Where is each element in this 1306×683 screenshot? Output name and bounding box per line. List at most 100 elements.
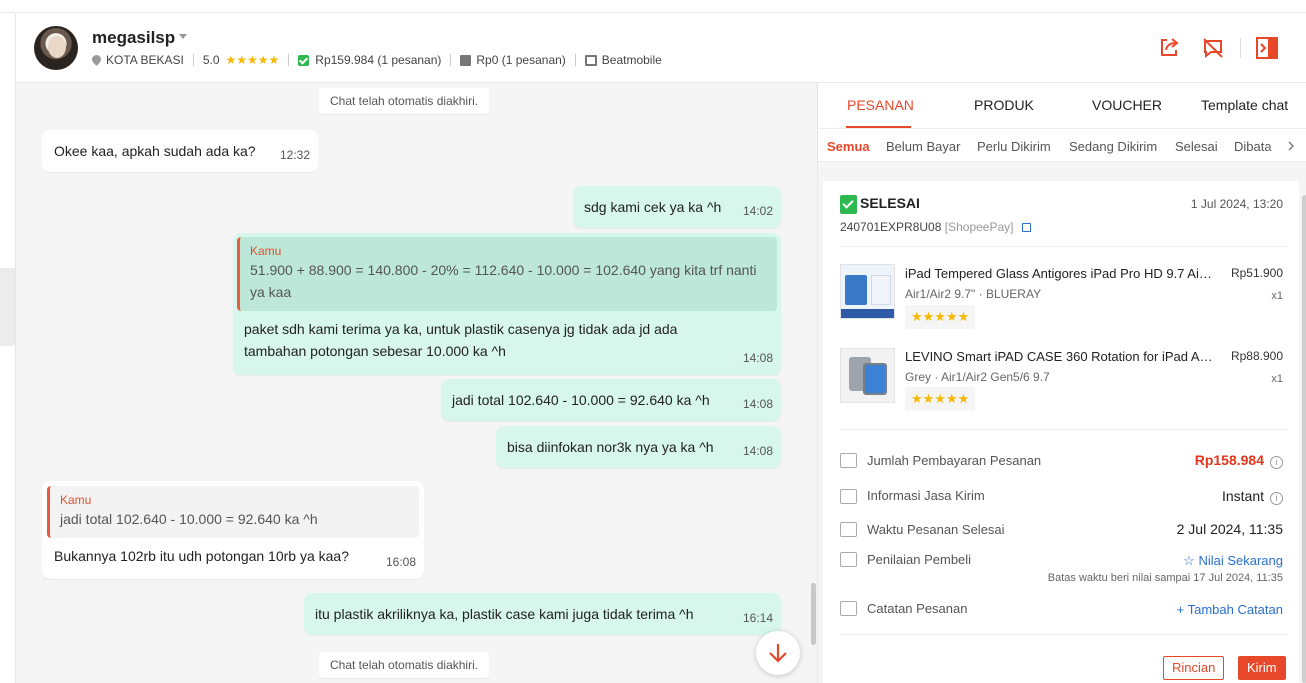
message-time: 14:08 bbox=[742, 397, 773, 411]
product-qty: x1 bbox=[1271, 290, 1283, 302]
product-rating-stars-icon: ★★★★★ bbox=[905, 387, 976, 411]
completed-value: 2 Jul 2024, 11:35 bbox=[1176, 521, 1283, 537]
add-note-link[interactable]: + Tambah Catatan bbox=[1177, 602, 1283, 617]
store-icon bbox=[584, 54, 597, 66]
divider bbox=[288, 54, 290, 66]
message-outgoing[interactable]: bisa diinfokan nor3k nya ya ka ^h 14:08 bbox=[496, 426, 781, 468]
product-price: Rp88.900 bbox=[1230, 349, 1283, 363]
payment-amount: Rp158.984 bbox=[1194, 452, 1264, 468]
divider bbox=[840, 429, 1288, 430]
quote-author: Kamu bbox=[250, 244, 282, 258]
quoted-message[interactable]: Kamu jadi total 102.640 - 10.000 = 92.64… bbox=[47, 486, 419, 538]
order-id-line: 240701EXPR8U08 [ShopeePay] bbox=[840, 220, 1031, 234]
message-time: 16:08 bbox=[385, 555, 416, 569]
external-link-icon[interactable] bbox=[1021, 223, 1031, 232]
tab-template-chat[interactable]: Template chat bbox=[1201, 97, 1288, 113]
subtab-semua[interactable]: Semua bbox=[827, 139, 870, 154]
chat-header: megasilsp KOTA BEKASI 5.0 ★★★★★ Rp159.98… bbox=[16, 14, 1306, 83]
payment-label: Jumlah Pembayaran Pesanan bbox=[867, 453, 1042, 468]
toggle-panel-icon[interactable] bbox=[1255, 36, 1279, 60]
avatar[interactable] bbox=[34, 26, 78, 70]
chat-messages[interactable]: Chat telah otomatis diakhiri. Okee kaa, … bbox=[16, 83, 817, 683]
order-id[interactable]: 240701EXPR8U08 bbox=[840, 220, 941, 234]
order-date: 1 Jul 2024, 13:20 bbox=[1190, 197, 1283, 211]
message-text: paket sdh kami terima ya ka, untuk plast… bbox=[244, 321, 678, 359]
shipping-label: Informasi Jasa Kirim bbox=[867, 488, 985, 503]
system-message: Chat telah otomatis diakhiri. bbox=[319, 88, 490, 114]
message-outgoing[interactable]: sdg kami cek ya ka ^h 14:02 bbox=[573, 186, 781, 228]
quote-author: Kamu bbox=[60, 493, 92, 507]
order-panel: PESANAN PRODUK VOUCHER Template chat Sem… bbox=[817, 83, 1306, 683]
order-filter-tabs: Semua Belum Bayar Perlu Dikirim Sedang D… bbox=[818, 129, 1306, 162]
divider bbox=[192, 54, 194, 66]
return-box-icon bbox=[460, 54, 472, 66]
rate-now-label: Nilai Sekarang bbox=[1198, 553, 1283, 568]
rate-now-link[interactable]: ☆ Nilai Sekarang bbox=[1183, 553, 1283, 569]
message-time: 16:14 bbox=[742, 611, 773, 625]
order-card: SELESAI 1 Jul 2024, 13:20 240701EXPR8U08… bbox=[823, 181, 1299, 683]
chat-window: megasilsp KOTA BEKASI 5.0 ★★★★★ Rp159.98… bbox=[15, 14, 1306, 683]
payment-method: [ShopeePay] bbox=[944, 220, 1014, 234]
quote-text: 51.900 + 88.900 = 140.800 - 20% = 112.64… bbox=[250, 262, 757, 300]
truck-icon bbox=[840, 489, 857, 504]
message-time: 14:02 bbox=[742, 204, 773, 218]
info-icon[interactable]: i bbox=[1270, 492, 1283, 505]
message-outgoing[interactable]: jadi total 102.640 - 10.000 = 92.640 ka … bbox=[441, 379, 781, 421]
message-outgoing[interactable]: itu plastik akriliknya ka, plastik case … bbox=[304, 593, 781, 635]
left-collapsed-panel[interactable] bbox=[0, 268, 15, 346]
arrow-down-icon bbox=[769, 644, 787, 663]
chat-scrollbar[interactable] bbox=[811, 583, 816, 645]
divider bbox=[1240, 38, 1241, 58]
product-name[interactable]: iPad Tempered Glass Antigores iPad Pro H… bbox=[905, 266, 1215, 281]
username[interactable]: megasilsp bbox=[92, 28, 175, 48]
tab-produk[interactable]: PRODUK bbox=[974, 97, 1034, 113]
send-order-button[interactable]: Kirim bbox=[1238, 656, 1286, 680]
location-pin-icon bbox=[92, 55, 101, 66]
message-incoming[interactable]: Okee kaa, apkah sudah ada ka? 12:32 bbox=[42, 130, 318, 172]
message-time: 12:32 bbox=[279, 148, 310, 162]
product-qty: x1 bbox=[1271, 373, 1283, 385]
divider bbox=[450, 54, 452, 66]
message-outgoing-reply[interactable]: Kamu 51.900 + 88.900 = 140.800 - 20% = 1… bbox=[233, 233, 781, 375]
order-status: SELESAI bbox=[860, 195, 920, 211]
message-text: Okee kaa, apkah sudah ada ka? bbox=[54, 143, 256, 159]
tab-voucher[interactable]: VOUCHER bbox=[1092, 97, 1162, 113]
subtab-belum-bayar[interactable]: Belum Bayar bbox=[886, 139, 960, 154]
quote-text: jadi total 102.640 - 10.000 = 92.640 ka … bbox=[60, 511, 318, 527]
payment-icon bbox=[840, 453, 857, 468]
subtab-selesai[interactable]: Selesai bbox=[1175, 139, 1218, 154]
chevron-down-icon[interactable] bbox=[179, 34, 187, 39]
system-message: Chat telah otomatis diakhiri. bbox=[319, 652, 490, 678]
buyer-meta: KOTA BEKASI 5.0 ★★★★★ Rp159.984 (1 pesan… bbox=[92, 52, 662, 68]
calendar-check-icon bbox=[840, 522, 857, 537]
subtab-dibatalkan[interactable]: Dibata bbox=[1234, 139, 1272, 154]
product-name[interactable]: LEVINO Smart iPAD CASE 360 Rotation for … bbox=[905, 349, 1215, 364]
tab-pesanan[interactable]: PESANAN bbox=[847, 97, 914, 113]
info-icon[interactable]: i bbox=[1270, 456, 1283, 469]
message-text: Bukannya 102rb itu udh potongan 10rb ya … bbox=[54, 548, 350, 564]
order-complete-icon bbox=[840, 195, 857, 214]
review-icon bbox=[840, 552, 857, 567]
panel-scrollbar[interactable] bbox=[1302, 195, 1306, 683]
review-label: Penilaian Pembeli bbox=[867, 552, 972, 567]
product-variant: Air1/Air2 9.7" · BLUERAY bbox=[905, 287, 1042, 301]
subtab-sedang-dikirim[interactable]: Sedang Dikirim bbox=[1069, 139, 1157, 154]
product-rating-stars-icon: ★★★★★ bbox=[905, 305, 976, 329]
left-gutter bbox=[0, 14, 15, 683]
completed-label: Waktu Pesanan Selesai bbox=[867, 522, 1005, 537]
message-text: jadi total 102.640 - 10.000 = 92.640 ka … bbox=[452, 392, 710, 408]
divider bbox=[840, 634, 1288, 635]
product-image[interactable] bbox=[840, 264, 895, 319]
chevron-right-icon[interactable] bbox=[1286, 141, 1296, 151]
message-incoming-reply[interactable]: Kamu jadi total 102.640 - 10.000 = 92.64… bbox=[42, 481, 424, 579]
scroll-to-bottom-button[interactable] bbox=[756, 631, 800, 675]
detail-button[interactable]: Rincian bbox=[1163, 656, 1225, 680]
panel-tabs: PESANAN PRODUK VOUCHER Template chat bbox=[818, 83, 1306, 129]
quoted-message[interactable]: Kamu 51.900 + 88.900 = 140.800 - 20% = 1… bbox=[237, 237, 777, 311]
product-image[interactable] bbox=[840, 348, 895, 403]
block-chat-icon[interactable] bbox=[1201, 36, 1225, 60]
divider bbox=[574, 54, 576, 66]
shipping-service: Instant bbox=[1221, 488, 1264, 504]
share-icon[interactable] bbox=[1157, 36, 1181, 60]
subtab-perlu-dikirim[interactable]: Perlu Dikirim bbox=[977, 139, 1051, 154]
